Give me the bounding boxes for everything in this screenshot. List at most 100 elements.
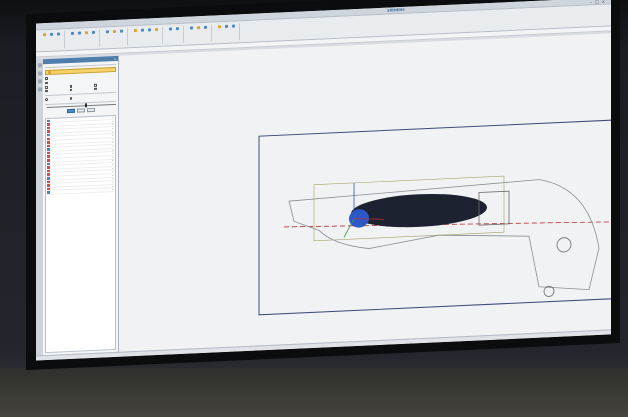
ribbon-button[interactable] xyxy=(78,31,82,35)
ribbon-button[interactable] xyxy=(155,28,159,32)
ribbon-button[interactable] xyxy=(85,31,89,35)
checkbox-option[interactable] xyxy=(94,86,116,90)
cancel-button[interactable] xyxy=(86,107,95,112)
radio-option[interactable] xyxy=(69,96,92,100)
main-area: × ✓ ✓ ✓ ✓ ✓ ✓ ✓ ✓ ✓ ✓ ✓ ✓ ✓ ✓ ✓ ✓ ✓ ✓ ✓ … xyxy=(36,33,611,356)
checkbox[interactable] xyxy=(45,81,48,85)
command-icon xyxy=(197,26,200,30)
checkbox-option[interactable] xyxy=(45,89,67,93)
apply-button[interactable] xyxy=(76,107,85,113)
ribbon-items xyxy=(218,24,236,29)
ribbon-items xyxy=(71,30,96,35)
command-icon xyxy=(50,32,53,36)
component-icon xyxy=(47,180,50,184)
maximize-icon[interactable]: □ xyxy=(595,0,599,4)
ribbon-button[interactable] xyxy=(204,25,208,29)
component-icon xyxy=(47,130,50,133)
projection-screen: SIEMENS – □ × × ✓ ✓ ✓ ✓ ✓ ✓ ✓ ✓ ✓ ✓ ✓ ✓ … xyxy=(26,0,620,371)
component-icon xyxy=(47,137,50,141)
dialog-body xyxy=(43,61,118,116)
graphics-viewport[interactable] xyxy=(119,33,611,352)
checkbox[interactable] xyxy=(45,86,48,89)
ribbon-button[interactable] xyxy=(134,28,138,33)
ok-button[interactable] xyxy=(66,108,75,113)
command-icon xyxy=(57,32,60,36)
command-icon xyxy=(43,33,46,37)
checkbox[interactable] xyxy=(69,88,73,92)
command-icon xyxy=(134,28,137,33)
ribbon-button[interactable] xyxy=(218,25,222,29)
component-icon xyxy=(47,119,50,123)
ribbon-button[interactable] xyxy=(225,24,229,28)
ribbon-button[interactable] xyxy=(232,24,236,28)
ribbon-group xyxy=(103,28,128,47)
checkbox[interactable] xyxy=(45,89,48,93)
ribbon-button[interactable] xyxy=(148,28,152,32)
ribbon-group xyxy=(166,25,184,44)
ribbon-group-label xyxy=(43,47,61,48)
ribbon-button[interactable] xyxy=(141,28,145,32)
checkbox[interactable] xyxy=(69,84,73,88)
command-icon xyxy=(92,30,95,35)
ribbon-button[interactable] xyxy=(71,31,75,35)
ribbon-items xyxy=(134,28,159,33)
resource-bar xyxy=(36,59,43,356)
component-icon xyxy=(47,162,50,166)
component-icon xyxy=(47,123,50,126)
component-icon xyxy=(47,187,50,191)
slider-handle[interactable] xyxy=(84,103,87,108)
navigator-icon[interactable] xyxy=(37,63,42,68)
command-icon xyxy=(120,29,123,33)
component-icon xyxy=(47,126,50,130)
ribbon-group-label xyxy=(71,46,96,47)
visibility-check-icon[interactable]: ✓ xyxy=(112,188,114,191)
checkbox[interactable] xyxy=(45,77,48,80)
component-icon xyxy=(47,141,50,144)
y-axis-handle[interactable] xyxy=(343,218,355,238)
ribbon-button[interactable] xyxy=(106,30,110,34)
select-object-icon xyxy=(48,70,51,75)
ribbon-button[interactable] xyxy=(176,27,180,31)
checkbox-option[interactable] xyxy=(69,88,92,92)
ribbon-items xyxy=(106,29,124,34)
ribbon-button[interactable] xyxy=(169,27,173,31)
ribbon-button[interactable] xyxy=(120,29,124,33)
command-icon xyxy=(232,24,235,28)
component-icon xyxy=(47,151,50,155)
ribbon-group xyxy=(187,24,212,43)
ribbon-button[interactable] xyxy=(197,26,201,30)
component-icon xyxy=(47,176,50,180)
history-icon[interactable] xyxy=(37,79,42,84)
ribbon-button[interactable] xyxy=(50,32,54,36)
close-icon[interactable]: × xyxy=(602,0,605,3)
ribbon-group-label xyxy=(190,41,208,42)
motor-body[interactable] xyxy=(351,191,487,230)
ribbon-items xyxy=(190,25,208,30)
command-icon xyxy=(141,28,144,32)
component-icon xyxy=(47,144,50,148)
radio-option[interactable] xyxy=(45,97,67,101)
command-icon xyxy=(176,27,179,31)
ribbon-button[interactable] xyxy=(57,32,61,36)
ribbon-items xyxy=(43,32,61,37)
assembly-icon[interactable] xyxy=(37,71,42,76)
checkbox[interactable] xyxy=(94,83,97,87)
command-icon xyxy=(148,28,151,32)
settings-icon[interactable] xyxy=(37,87,42,92)
command-icon xyxy=(113,29,116,34)
ribbon-group xyxy=(131,26,163,46)
ribbon-button[interactable] xyxy=(43,33,47,37)
ribbon-button[interactable] xyxy=(92,30,96,35)
command-icon xyxy=(85,31,88,35)
component-icon xyxy=(47,191,50,194)
checkbox[interactable] xyxy=(94,87,97,90)
fastener[interactable] xyxy=(556,237,572,253)
radio[interactable] xyxy=(69,96,73,100)
ribbon-button[interactable] xyxy=(190,26,194,30)
ribbon-button[interactable] xyxy=(113,29,117,34)
ribbon-group xyxy=(215,23,240,42)
minimize-icon[interactable]: – xyxy=(590,0,592,4)
radio[interactable] xyxy=(45,98,48,101)
ribbon-group xyxy=(68,29,100,49)
cad-application-window: SIEMENS – □ × × ✓ ✓ ✓ ✓ ✓ ✓ ✓ ✓ ✓ ✓ ✓ ✓ … xyxy=(36,0,611,361)
